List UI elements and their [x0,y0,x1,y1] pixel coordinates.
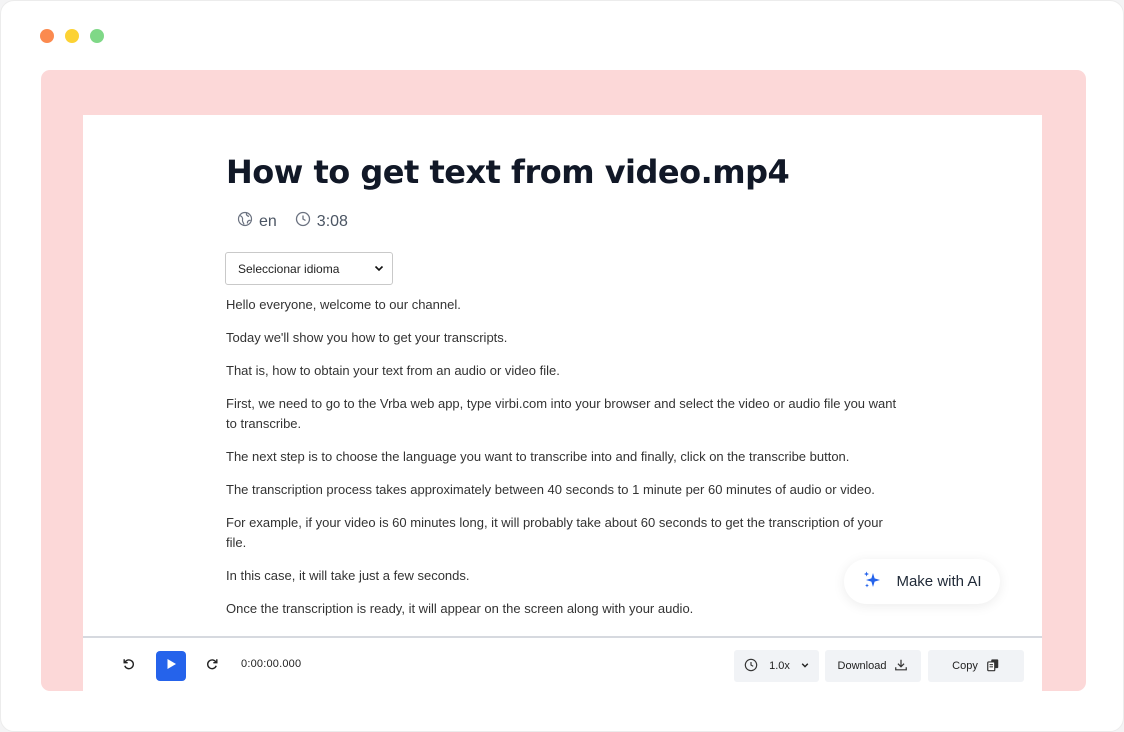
playback-speed-select[interactable]: 1.0x [734,650,819,682]
transcript-line[interactable]: For example, if your video is 60 minutes… [226,513,906,553]
duration-value: 3:08 [316,212,348,230]
duration-meta: 3:08 [295,211,348,232]
transcript-line[interactable]: Once the transcription is ready, it will… [226,599,906,619]
transcript-line[interactable]: In this case, it will take just a few se… [226,566,906,586]
transcript-line[interactable]: That is, how to obtain your text from an… [226,361,906,381]
language-select[interactable]: Seleccionar idioma [225,252,393,285]
forward-button[interactable] [204,658,220,674]
transcript-line[interactable]: The next step is to choose the language … [226,447,906,467]
frame-background: How to get text from video.mp4 en 3:08 S… [41,70,1086,691]
download-icon [894,658,908,675]
playback-timecode: 0:00:00.000 [241,658,302,670]
close-window-button[interactable] [40,29,54,43]
play-button[interactable] [156,651,186,681]
maximize-window-button[interactable] [90,29,104,43]
make-with-ai-button[interactable]: Make with AI [844,559,1000,604]
clock-icon [744,658,758,675]
minimize-window-button[interactable] [65,29,79,43]
forward-icon [205,657,219,676]
rewind-icon [122,657,136,676]
language-meta: en [237,211,277,232]
window-controls [40,29,104,43]
audio-player-bar: 0:00:00.000 1.0x Download Copy [83,636,1042,691]
copy-button[interactable]: Copy [928,650,1024,682]
media-meta: en 3:08 [237,211,366,232]
sparkle-icon [862,570,882,594]
language-select-value: Seleccionar idioma [238,261,340,276]
rewind-button[interactable] [121,658,137,674]
app-window: How to get text from video.mp4 en 3:08 S… [0,0,1124,732]
copy-icon [986,658,1000,675]
transcript-line[interactable]: First, we need to go to the Vrba web app… [226,394,906,434]
language-code: en [259,212,277,230]
download-label: Download [837,660,887,672]
make-with-ai-label: Make with AI [896,573,982,590]
clock-icon [295,211,311,232]
transcript-line[interactable]: Hello everyone, welcome to our channel. [226,295,906,315]
transcript-line[interactable]: Today we'll show you how to get your tra… [226,328,906,348]
copy-label: Copy [952,660,978,672]
page-title: How to get text from video.mp4 [226,153,790,191]
chevron-down-icon [801,660,809,672]
chevron-down-icon [374,262,384,276]
transcript-card: How to get text from video.mp4 en 3:08 S… [83,115,1042,691]
download-button[interactable]: Download [825,650,921,682]
play-icon [165,657,177,675]
transcript-line[interactable]: The transcription process takes approxim… [226,480,906,500]
playback-speed-value: 1.0x [769,660,790,672]
transcript-body: Hello everyone, welcome to our channel. … [226,295,906,665]
globe-icon [237,211,253,232]
